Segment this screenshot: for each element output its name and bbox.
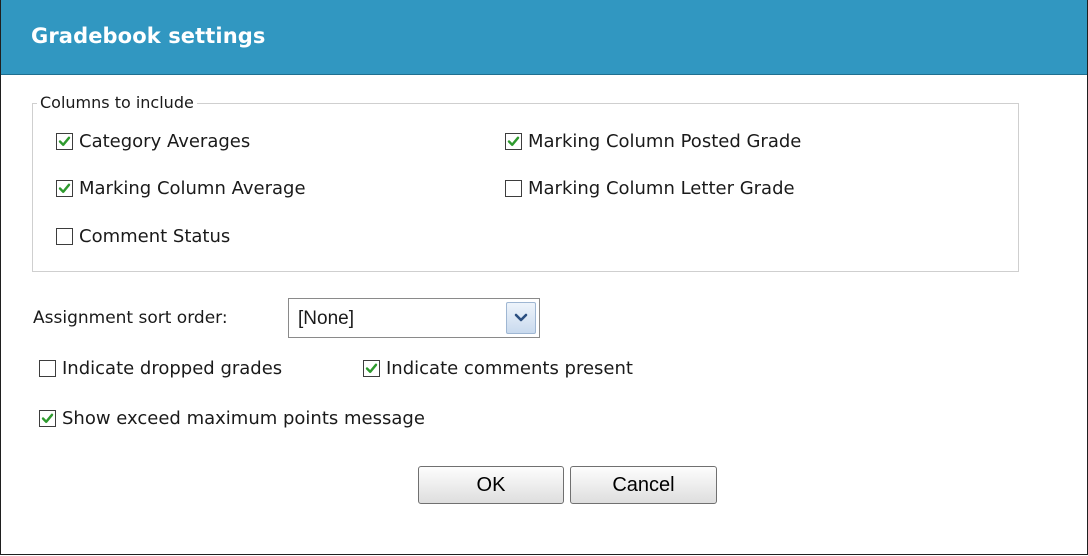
option-label: Marking Column Letter Grade (528, 178, 795, 199)
checkbox[interactable] (505, 133, 522, 150)
checkmark-icon (41, 413, 54, 423)
option-label: Indicate dropped grades (62, 358, 283, 379)
checkbox[interactable] (363, 360, 380, 377)
ok-button[interactable]: OK (418, 466, 564, 504)
option-comment-status[interactable]: Comment Status (56, 226, 230, 247)
option-label: Marking Column Average (79, 178, 306, 199)
dropdown-arrow[interactable] (506, 302, 536, 334)
cancel-button[interactable]: Cancel (570, 466, 717, 504)
sort-order-value: [None] (298, 308, 354, 329)
checkbox[interactable] (56, 228, 73, 245)
chevron-down-icon (514, 313, 528, 322)
checkbox[interactable] (505, 180, 522, 197)
option-label: Show exceed maximum points message (62, 408, 425, 429)
option-label: Category Averages (79, 131, 251, 152)
checkmark-icon (365, 363, 378, 373)
checkbox[interactable] (39, 410, 56, 427)
checkbox[interactable] (56, 180, 73, 197)
option-marking-column-letter-grade[interactable]: Marking Column Letter Grade (505, 178, 795, 199)
option-indicate-dropped-grades[interactable]: Indicate dropped grades (39, 358, 282, 379)
sort-order-select[interactable]: [None] (288, 298, 540, 338)
option-show-exceed-maximum-points[interactable]: Show exceed maximum points message (39, 408, 425, 429)
option-label: Marking Column Posted Grade (528, 131, 802, 152)
option-indicate-comments-present[interactable]: Indicate comments present (363, 358, 633, 379)
dialog-title: Gradebook settings (31, 24, 266, 48)
option-marking-column-average[interactable]: Marking Column Average (56, 178, 306, 199)
option-label: Comment Status (79, 226, 231, 247)
option-category-averages[interactable]: Category Averages (56, 131, 250, 152)
sort-order-label: Assignment sort order: (33, 308, 228, 328)
option-marking-column-posted-grade[interactable]: Marking Column Posted Grade (505, 131, 801, 152)
option-label: Indicate comments present (386, 358, 633, 379)
checkmark-icon (507, 136, 520, 146)
gradebook-settings-dialog: Gradebook settings Columns to include Ca… (0, 0, 1088, 555)
checkmark-icon (58, 136, 71, 146)
checkbox[interactable] (56, 133, 73, 150)
checkmark-icon (58, 183, 71, 193)
dialog-titlebar: Gradebook settings (1, 0, 1087, 75)
columns-legend: Columns to include (37, 93, 197, 113)
checkbox[interactable] (39, 360, 56, 377)
